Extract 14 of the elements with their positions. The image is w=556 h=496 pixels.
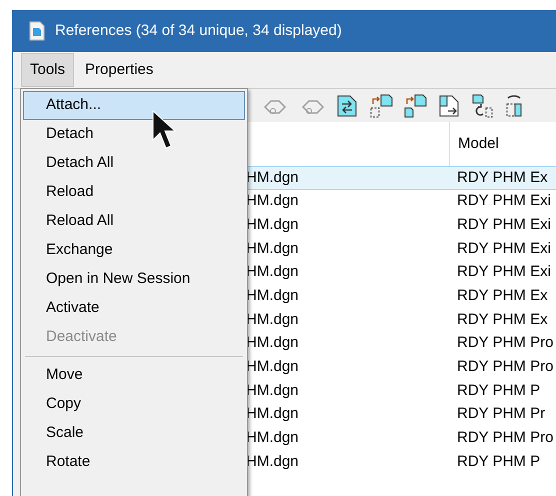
model-name: RDY PHM Ex: [456, 168, 548, 188]
model-name: RDY PHM P: [456, 452, 540, 472]
model-name: RDY PHM Ex: [456, 286, 548, 306]
model-name: RDY PHM Pr: [456, 404, 546, 424]
model-name: RDY PHM Pro: [456, 357, 554, 378]
model-name: RDY PHM P: [456, 380, 540, 401]
model-name: RDY PHM Exi: [456, 214, 551, 235]
model-name: RDY PHM Pro: [456, 428, 554, 448]
model-name: RDY PHM Exi: [456, 191, 551, 212]
window-title: References (34 of 34 unique, 34 displayed): [55, 20, 342, 41]
model-name: RDY PHM Pro: [456, 333, 554, 354]
model-name: RDY PHM Exi: [456, 238, 551, 259]
model-name: RDY PHM Exi: [456, 262, 551, 282]
model-name: RDY PHM Ex: [456, 310, 548, 330]
